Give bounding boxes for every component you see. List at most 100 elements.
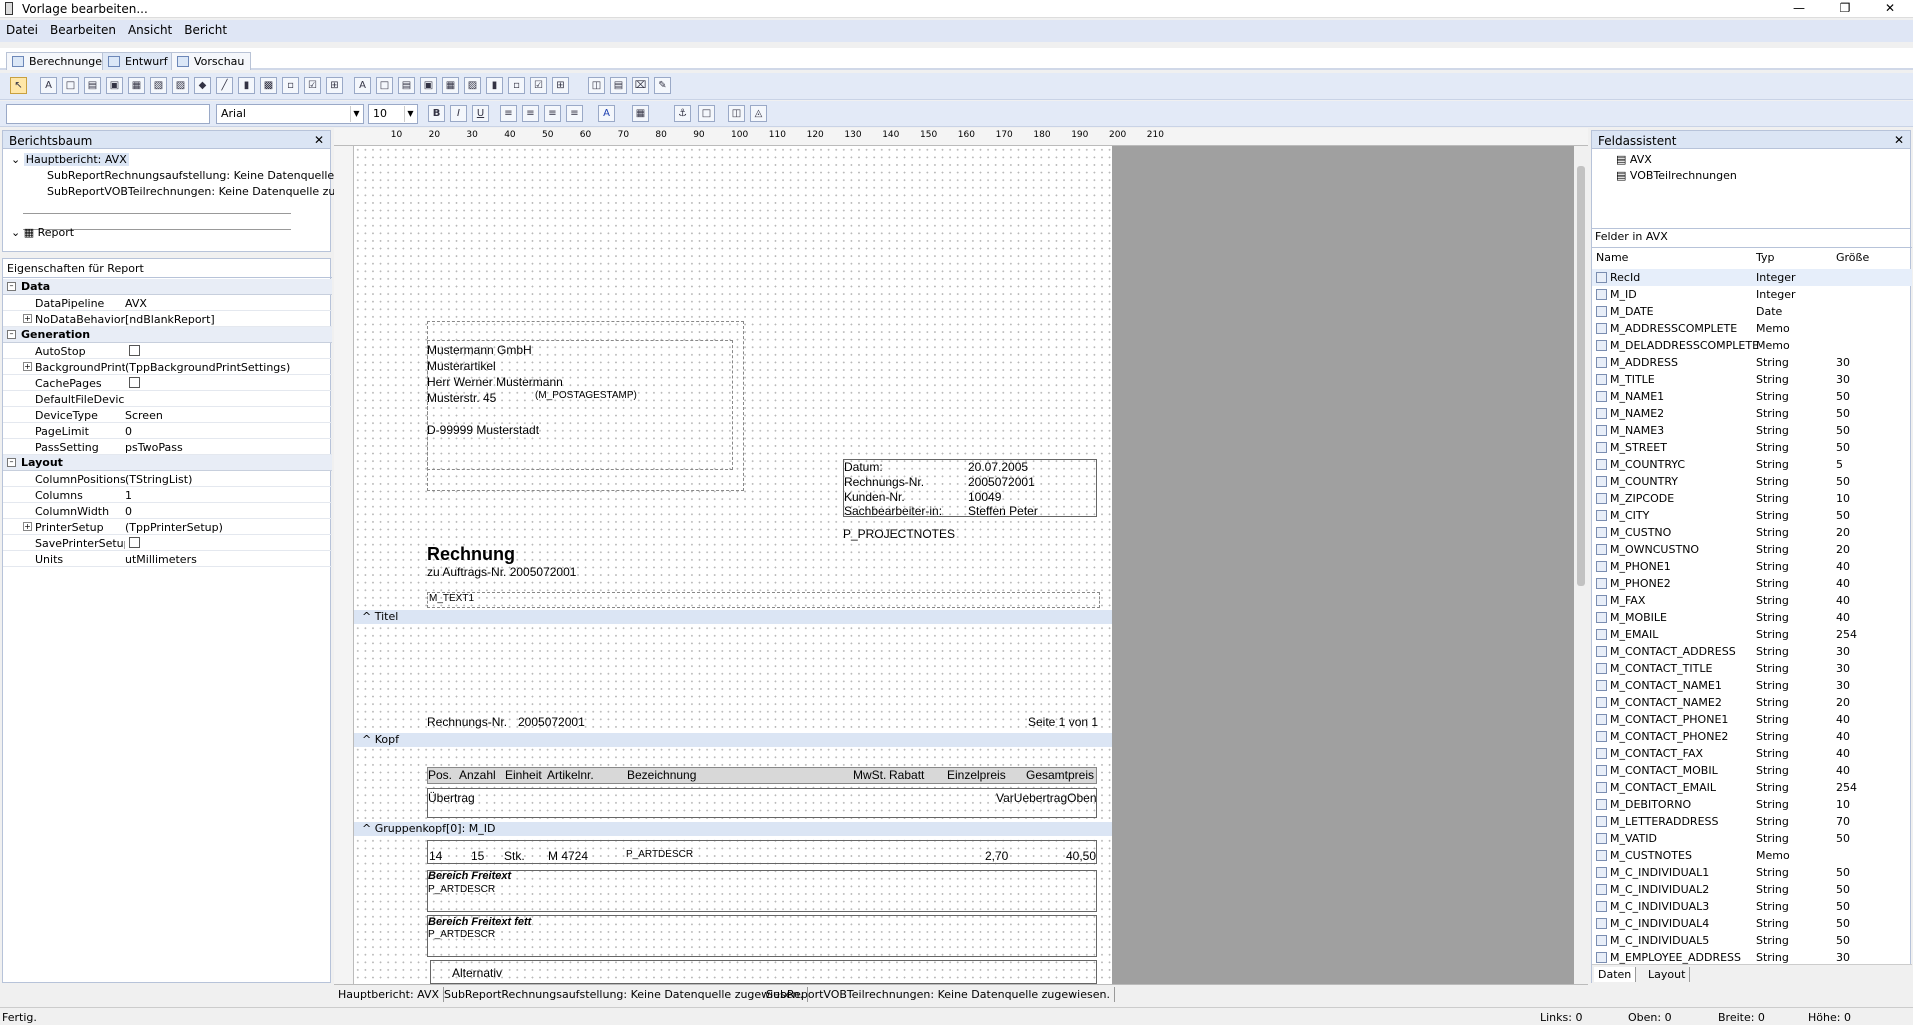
field-row[interactable]: M_NAME1 String 50	[1592, 388, 1912, 405]
field-row[interactable]: M_PHONE2 String 40	[1592, 575, 1912, 592]
field-row[interactable]: M_CONTACT_TITLE String 30	[1592, 660, 1912, 677]
image-tool-icon[interactable]: ▨	[172, 77, 189, 94]
menu-bericht[interactable]: Bericht	[178, 20, 233, 37]
crosstab-tool-icon[interactable]: ⊞	[326, 77, 343, 94]
text1-box[interactable]	[427, 592, 1100, 608]
field-row[interactable]: M_OWNCUSTNO String 20	[1592, 541, 1912, 558]
close-icon[interactable]: ✕	[314, 133, 324, 147]
prop-row[interactable]: ColumnWidth 0	[3, 503, 332, 519]
bold-icon[interactable]: B	[428, 105, 445, 122]
close-icon[interactable]: ✕	[1894, 133, 1904, 147]
field-row[interactable]: M_CONTACT_FAX String 40	[1592, 745, 1912, 762]
heading-rechnung[interactable]: Rechnung	[427, 544, 515, 565]
col-header[interactable]: Anzahl	[459, 768, 496, 782]
variable-tool-icon[interactable]: ▧	[150, 77, 167, 94]
field-row[interactable]: M_NAME3 String 50	[1592, 422, 1912, 439]
subreport-tool-icon[interactable]: ▤	[610, 77, 627, 94]
row-pos[interactable]: 14	[429, 849, 442, 863]
barcode-tool-icon[interactable]: ▮	[238, 77, 255, 94]
prop-row[interactable]: Units utMillimeters	[3, 551, 332, 567]
freitext-fett-label[interactable]: Bereich Freitext fett	[428, 916, 531, 928]
field-row[interactable]: M_C_INDIVIDUAL4 String 50	[1592, 915, 1912, 932]
info-value-bearb[interactable]: Steffen Peter	[968, 504, 1038, 518]
font-name-select[interactable]: Arial ▼	[216, 104, 364, 124]
pagebreak-tool-icon[interactable]: ⌧	[632, 77, 649, 94]
tab-vorschau[interactable]: Vorschau	[171, 52, 252, 70]
prop-row[interactable]: Columns 1	[3, 487, 332, 503]
expand-icon[interactable]: +	[23, 522, 32, 531]
align-right-icon[interactable]: ≡	[544, 105, 561, 122]
field-row[interactable]: M_ADDRESSCOMPLETE Memo	[1592, 320, 1912, 337]
tree-main-report[interactable]: ⌄ Hauptbericht: AVX	[11, 153, 129, 166]
field-row[interactable]: M_ZIPCODE String 10	[1592, 490, 1912, 507]
col-header[interactable]: MwSt.	[853, 768, 886, 782]
row-anzahl[interactable]: 15	[471, 849, 484, 863]
chart-tool-icon[interactable]: ▫	[282, 77, 299, 94]
tab-layout[interactable]: Layout	[1644, 967, 1691, 982]
maximize-button[interactable]: ❐	[1822, 0, 1868, 18]
bring-front-icon[interactable]: ◫	[728, 105, 745, 122]
col-header[interactable]: Rabatt	[889, 768, 924, 782]
anchor-icon[interactable]: ⚓	[674, 105, 691, 122]
tab-subreport-1[interactable]: SubReportRechnungsaufstellung: Keine Dat…	[440, 987, 808, 1002]
font-color-icon[interactable]: A	[598, 105, 615, 122]
label-tool-icon[interactable]: A	[40, 77, 57, 94]
field-row[interactable]: M_VATID String 50	[1592, 830, 1912, 847]
field-row[interactable]: M_CONTACT_EMAIL String 254	[1592, 779, 1912, 796]
select-tool-icon[interactable]: ↖	[10, 77, 27, 94]
prop-row[interactable]: ColumnPositions (TStringList)	[3, 471, 332, 487]
band-gruppenkopf[interactable]: ^ Gruppenkopf[0]: M_ID	[354, 822, 1112, 836]
tab-daten[interactable]: Daten	[1594, 967, 1637, 982]
vertical-scrollbar[interactable]	[1574, 146, 1588, 984]
col-header[interactable]: Pos.	[428, 768, 452, 782]
freitext-fett-artdescr[interactable]: P_ARTDESCR	[428, 929, 495, 940]
field-row[interactable]: M_CONTACT_ADDRESS String 30	[1592, 643, 1912, 660]
region-tool-icon[interactable]: ◫	[588, 77, 605, 94]
info-label-datum[interactable]: Datum:	[844, 460, 883, 474]
prop-row[interactable]: DefaultFileDeviceT	[3, 391, 332, 407]
field-row[interactable]: M_ID Integer	[1592, 286, 1912, 303]
datasource-avx[interactable]: ▤ AVX	[1616, 153, 1652, 166]
freitext-artdescr[interactable]: P_ARTDESCR	[428, 884, 495, 895]
prop-row[interactable]: SavePrinterSetup	[3, 535, 332, 551]
expand-icon[interactable]: +	[23, 362, 32, 371]
menu-ansicht[interactable]: Ansicht	[122, 20, 178, 37]
line-tool-icon[interactable]: ╱	[216, 77, 233, 94]
field-row[interactable]: M_C_INDIVIDUAL3 String 50	[1592, 898, 1912, 915]
border-icon[interactable]: □	[698, 105, 715, 122]
info-value-datum[interactable]: 20.07.2005	[968, 460, 1028, 474]
row-bezeichnung[interactable]: P_ARTDESCR	[626, 849, 693, 860]
dbrichtext-tool-icon[interactable]: ▣	[420, 77, 437, 94]
info-label-kunde[interactable]: Kunden-Nr.	[844, 490, 905, 504]
shape-tool-icon[interactable]: ◆	[194, 77, 211, 94]
addr-line-3[interactable]: Herr Werner Mustermann	[427, 375, 563, 389]
field-row[interactable]: M_CONTACT_PHONE2 String 40	[1592, 728, 1912, 745]
checkbox-tool-icon[interactable]: ☑	[304, 77, 321, 94]
font-size-select[interactable]: 10 ▼	[368, 104, 418, 124]
send-back-icon[interactable]: ◬	[750, 105, 767, 122]
field-row[interactable]: M_CONTACT_NAME1 String 30	[1592, 677, 1912, 694]
col-header[interactable]: Einzelpreis	[947, 768, 1006, 782]
prop-row[interactable]: PassSetting psTwoPass	[3, 439, 332, 455]
section-data[interactable]: – Data	[3, 279, 332, 295]
field-row[interactable]: M_DELADDRESSCOMPLETE Memo	[1592, 337, 1912, 354]
expand-icon[interactable]: +	[23, 314, 32, 323]
field-row[interactable]: M_NAME2 String 50	[1592, 405, 1912, 422]
richtext-tool-icon[interactable]: ▤	[84, 77, 101, 94]
saveprinter-checkbox[interactable]	[129, 537, 140, 548]
info-value-kunde[interactable]: 10049	[968, 490, 1001, 504]
minimize-button[interactable]: —	[1776, 0, 1822, 18]
tab-berechnungen[interactable]: Berechnungen	[6, 52, 117, 70]
alternativ-label[interactable]: Alternativ	[452, 966, 502, 980]
row-artikelnr[interactable]: M 4724	[548, 849, 588, 863]
field-row[interactable]: M_LETTERADDRESS String 70	[1592, 813, 1912, 830]
postage-field[interactable]: (M_POSTAGESTAMP)	[535, 390, 637, 401]
tab-main-report[interactable]: Hauptbericht: AVX	[334, 987, 445, 1002]
addr-line-2[interactable]: Musterartikel	[427, 359, 496, 373]
field-row[interactable]: RecId Integer	[1592, 269, 1912, 286]
dblabel-tool-icon[interactable]: A	[354, 77, 371, 94]
field-row[interactable]: M_ADDRESS String 30	[1592, 354, 1912, 371]
prop-row[interactable]: PageLimit 0	[3, 423, 332, 439]
band-titel[interactable]: ^ Titel	[354, 610, 1112, 624]
col-header[interactable]: Bezeichnung	[627, 768, 696, 782]
